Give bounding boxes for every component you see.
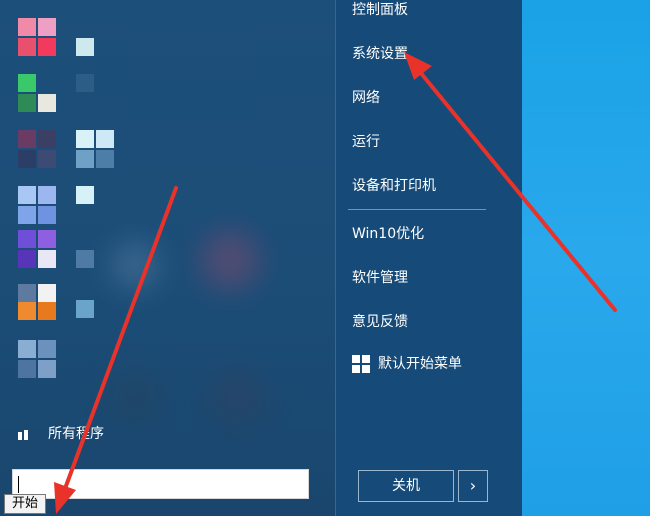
app-tile[interactable]: [38, 340, 56, 358]
app-tile[interactable]: [38, 360, 56, 378]
app-tile[interactable]: [18, 94, 36, 112]
all-programs-label[interactable]: 所有程序: [48, 424, 104, 444]
app-tile[interactable]: [18, 284, 36, 302]
app-tile[interactable]: [38, 250, 56, 268]
win10-optimize-item[interactable]: Win10优化: [352, 224, 424, 244]
app-tile[interactable]: [18, 250, 36, 268]
text-caret: [18, 476, 19, 493]
app-tile[interactable]: [38, 206, 56, 224]
app-tile[interactable]: [76, 186, 94, 204]
start-tooltip: 开始: [4, 494, 46, 514]
app-tile[interactable]: [76, 250, 94, 268]
app-tile[interactable]: [18, 150, 36, 168]
app-tile[interactable]: [76, 150, 94, 168]
control-panel-item[interactable]: 控制面板: [352, 0, 408, 20]
menu-divider: [348, 209, 486, 210]
feedback-item[interactable]: 意见反馈: [352, 312, 408, 332]
default-start-menu-label: 默认开始菜单: [378, 356, 462, 372]
blurred-tile: [110, 240, 160, 290]
shutdown-button[interactable]: 关机: [358, 470, 454, 502]
app-tile[interactable]: [38, 94, 56, 112]
desktop-background: [522, 0, 650, 516]
system-settings-item[interactable]: 系统设置: [352, 44, 408, 64]
blurred-tile: [200, 230, 260, 290]
app-tile[interactable]: [38, 230, 56, 248]
all-programs-icon: [18, 430, 28, 440]
app-tile[interactable]: [18, 206, 36, 224]
app-tile[interactable]: [96, 150, 114, 168]
app-tile[interactable]: [76, 38, 94, 56]
search-input[interactable]: [12, 469, 309, 499]
app-tile[interactable]: [18, 18, 36, 36]
start-menu-right-panel: [335, 0, 526, 516]
app-tile[interactable]: [18, 230, 36, 248]
app-tile[interactable]: [76, 74, 94, 92]
app-tile[interactable]: [18, 360, 36, 378]
app-tile[interactable]: [38, 130, 56, 148]
app-tile[interactable]: [18, 186, 36, 204]
app-tile[interactable]: [38, 284, 56, 302]
start-menu-left-panel: 所有程序: [0, 0, 335, 516]
default-start-menu-item[interactable]: 默认开始菜单: [352, 354, 462, 374]
app-tile[interactable]: [38, 186, 56, 204]
app-tile[interactable]: [18, 340, 36, 358]
app-tile[interactable]: [38, 150, 56, 168]
devices-printers-item[interactable]: 设备和打印机: [352, 176, 436, 196]
app-tile[interactable]: [76, 300, 94, 318]
app-tile[interactable]: [96, 130, 114, 148]
shutdown-options-button[interactable]: ›: [458, 470, 488, 502]
app-tile[interactable]: [76, 130, 94, 148]
app-tile[interactable]: [38, 18, 56, 36]
blurred-tile: [110, 370, 160, 420]
blurred-tile: [210, 370, 265, 425]
network-item[interactable]: 网络: [352, 88, 380, 108]
run-item[interactable]: 运行: [352, 132, 380, 152]
app-tile[interactable]: [18, 74, 36, 92]
app-tile[interactable]: [18, 302, 36, 320]
app-tile[interactable]: [38, 302, 56, 320]
software-management-item[interactable]: 软件管理: [352, 268, 408, 288]
windows-logo-icon: [352, 355, 370, 373]
app-tile[interactable]: [18, 38, 36, 56]
app-tile[interactable]: [18, 130, 36, 148]
app-tile[interactable]: [38, 38, 56, 56]
